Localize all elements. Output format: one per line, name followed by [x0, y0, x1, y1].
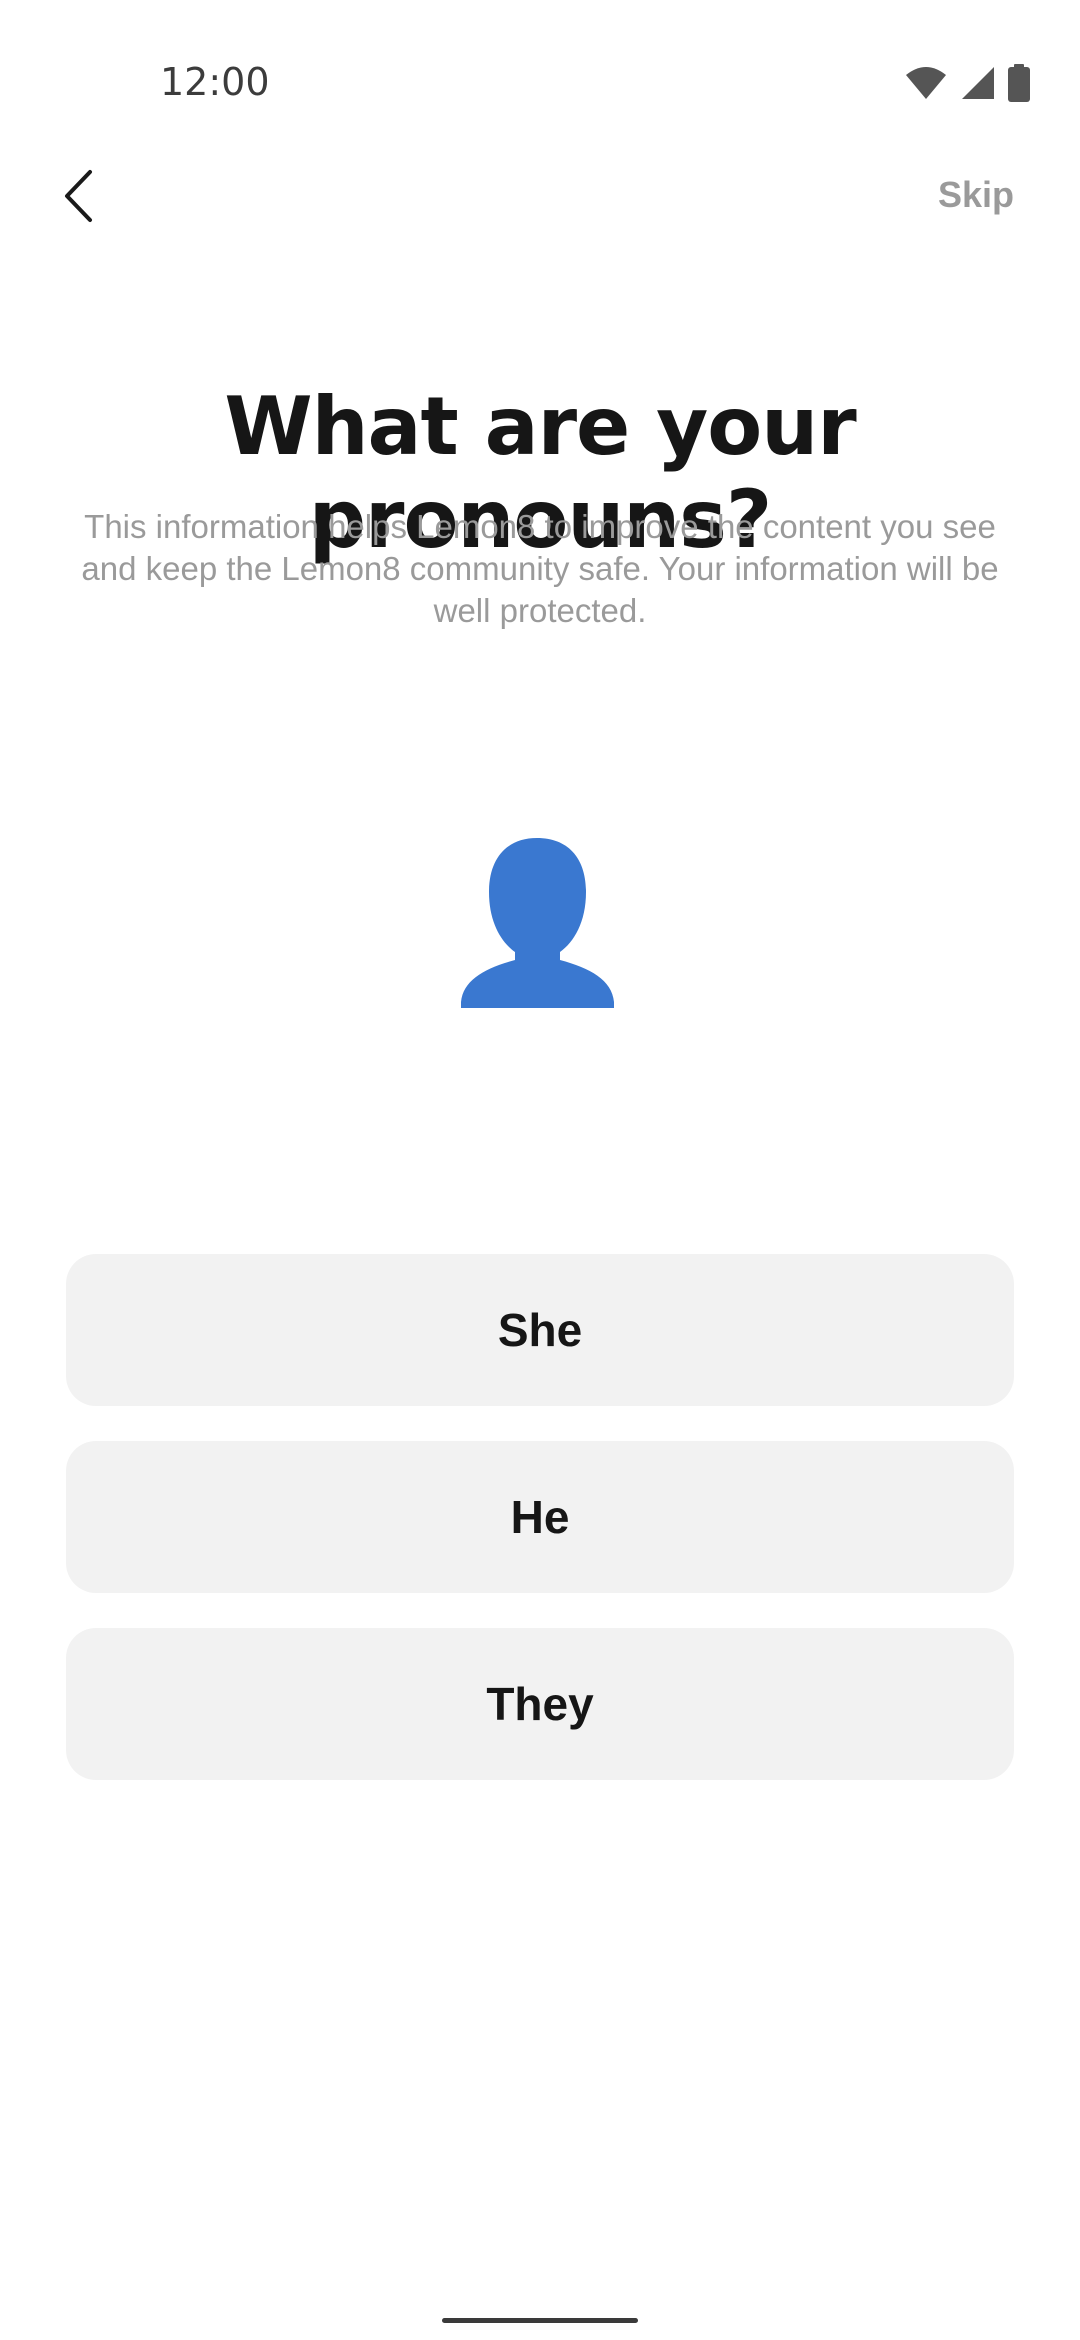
skip-button[interactable]: Skip	[938, 174, 1014, 216]
status-icons	[904, 64, 1030, 102]
battery-icon	[1008, 64, 1030, 102]
chevron-left-icon	[65, 170, 92, 222]
option-they-button[interactable]: They	[66, 1628, 1014, 1780]
person-silhouette-icon	[461, 838, 614, 1008]
wifi-icon	[906, 67, 946, 99]
option-he-button[interactable]: He	[66, 1441, 1014, 1593]
back-button[interactable]	[54, 164, 102, 228]
page-subtitle: This information helps Lemon8 to improve…	[81, 508, 999, 629]
home-indicator[interactable]	[442, 2318, 638, 2323]
option-she-button[interactable]: She	[66, 1254, 1014, 1406]
status-time: 12:00	[160, 60, 270, 104]
pronouns-screen: 12:00 Skip What are your pronouns? This …	[0, 0, 1080, 2340]
cell-signal-icon	[962, 67, 994, 99]
status-bar: 12:00	[0, 0, 1080, 170]
